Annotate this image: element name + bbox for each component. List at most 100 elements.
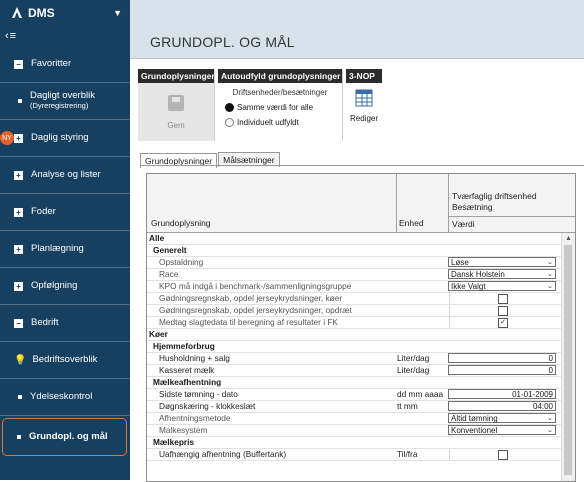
select-value: Konventionel xyxy=(451,426,498,435)
table-row: Hjemmeforbrug xyxy=(147,341,561,353)
bullet-icon xyxy=(18,395,22,399)
row-label: KPO må indgå i benchmark-/sammenlignings… xyxy=(159,281,352,291)
sidebar-item-text: Ydelseskontrol xyxy=(30,391,93,402)
row-label: Race xyxy=(159,269,179,279)
ribbon-group-grundoplysninger: Grundoplysninger Gem xyxy=(138,69,215,141)
ribbon-group-autoudfyld: Autoudfyld grundoplysninger Driftsenhede… xyxy=(218,69,343,141)
value-select[interactable]: Altid tømning ⌄ xyxy=(448,413,556,423)
sidebar-item[interactable]: + Opfølgning xyxy=(0,268,130,305)
sidebar: DMS ▼ ‹ ≡ − Favoritter Dagligt overblik (Dyr… xyxy=(0,0,130,480)
sidebar-item[interactable]: + Planlægning xyxy=(0,231,130,268)
sidebar-item-text: Bedrift xyxy=(31,317,59,328)
plus-icon: + xyxy=(14,281,23,291)
nav-list: − Favoritter Dagligt overblik (Dyreregistre… xyxy=(0,46,130,456)
sidebar-item-label: Ydelseskontrol xyxy=(30,392,92,402)
value-checkbox[interactable] xyxy=(498,294,508,304)
value-input[interactable]: 0 xyxy=(448,365,556,375)
radio-same-value[interactable]: Samme værdi for alle xyxy=(225,103,342,112)
table-row: Medtag slagtedata til beregning af resul… xyxy=(147,317,561,329)
vertical-scrollbar[interactable]: ▲ xyxy=(561,233,575,481)
sidebar-item-label: Grundopl. og mål xyxy=(29,432,108,442)
row-unit: Til/fra xyxy=(397,449,418,459)
row-label: Mælkeafhentning xyxy=(153,377,222,387)
chevron-left-icon: ‹ xyxy=(5,30,9,42)
table-row: Gødningsregnskab, opdel jerseykrydsninge… xyxy=(147,293,561,305)
table-row: Kasseret mælk Liter/dag 0 xyxy=(147,365,561,377)
value-input[interactable]: 04:00 xyxy=(448,401,556,411)
plus-icon: + xyxy=(14,207,23,217)
chevron-down-icon: ⌄ xyxy=(547,259,553,266)
sidebar-item[interactable]: Dagligt overblik (Dyreregistrering) xyxy=(0,83,130,120)
page-title: GRUNDOPL. OG MÅL xyxy=(150,34,295,50)
radio-dot xyxy=(225,103,234,112)
row-label: Uafhængig afhentning (Buffertank) xyxy=(159,449,287,459)
sidebar-item[interactable]: 💡 Bedriftsoverblik xyxy=(0,342,130,379)
chevron-down-icon: ⌄ xyxy=(547,427,553,434)
save-button[interactable]: Gem xyxy=(138,83,214,141)
grid-icon xyxy=(355,89,373,107)
row-label: Malkesystem xyxy=(159,425,208,435)
sidebar-item[interactable]: + Foder xyxy=(0,194,130,231)
sidebar-item-sub: (Dyreregistrering) xyxy=(30,101,89,110)
table-row: KPO må indgå i benchmark-/sammenlignings… xyxy=(147,281,561,293)
table-row: Gødningsregnskab, opdel jerseykrydsninge… xyxy=(147,305,561,317)
table-row: Sidste tømning - dato dd mm aaaa 01-01-200… xyxy=(147,389,561,401)
sidebar-item[interactable]: Grundopl. og mål xyxy=(2,418,127,456)
edit-label: Rediger xyxy=(349,114,378,123)
sidebar-item[interactable]: − Favoritter xyxy=(0,46,130,83)
col-header-label: Grundoplysning xyxy=(151,218,211,228)
plus-icon: + xyxy=(14,133,23,143)
value-select[interactable]: Dansk Holstein ⌄ xyxy=(448,269,556,279)
row-unit: Liter/dag xyxy=(397,353,430,363)
ribbon-group-head: Grundoplysninger xyxy=(138,69,215,83)
table-row: Mælkepris xyxy=(147,437,561,449)
sidebar-item-text: Dagligt overblik xyxy=(30,90,95,101)
value-checkbox[interactable] xyxy=(498,450,508,460)
ribbon-sub-label: Driftsenheder/besætninger xyxy=(232,88,328,97)
edit-button[interactable]: Rediger xyxy=(346,89,382,123)
row-unit: dd mm aaaa xyxy=(397,389,444,399)
value-select[interactable]: Ikke Valgt ⌄ xyxy=(448,281,556,291)
radio-individual[interactable]: Individuelt udfyldt xyxy=(225,118,342,127)
value-checkbox[interactable] xyxy=(498,306,508,316)
sidebar-item[interactable]: − Bedrift xyxy=(0,305,130,342)
scroll-thumb[interactable] xyxy=(564,245,572,475)
value-select[interactable]: Konventionel ⌄ xyxy=(448,425,556,435)
scroll-up-icon[interactable]: ▲ xyxy=(565,235,572,242)
row-unit: tt mm xyxy=(397,401,418,411)
sidebar-item[interactable]: Ydelseskontrol xyxy=(0,379,130,416)
sidebar-item[interactable]: NY + Daglig styring xyxy=(0,120,130,157)
col-header-value: Værdi xyxy=(452,219,475,229)
sidebar-item-label: Opfølgning xyxy=(31,281,77,291)
chevron-down-icon: ⌄ xyxy=(547,271,553,278)
row-label: Kasseret mælk xyxy=(159,365,215,375)
table-row: Husholdning + salg Liter/dag 0 xyxy=(147,353,561,365)
value-input[interactable]: 0 xyxy=(448,353,556,363)
save-icon xyxy=(168,94,184,111)
sidebar-item-label: Planlægning xyxy=(31,244,84,254)
table-row: Opstaldning Løse ⌄ xyxy=(147,257,561,269)
value-checkbox[interactable]: ✓ xyxy=(498,318,508,328)
menu-toggle[interactable]: ‹ ≡ xyxy=(0,26,130,46)
sidebar-item-text: Opfølgning xyxy=(31,280,78,291)
save-label: Gem xyxy=(167,120,185,130)
plus-icon: + xyxy=(14,170,23,180)
row-label: Gødningsregnskab, opdel jerseykrydsninge… xyxy=(159,293,343,303)
logo-icon xyxy=(10,6,24,20)
table-row: Døgnskæring - klokkeslæt tt mm 04:00 xyxy=(147,401,561,413)
row-label: Hjemmeforbrug xyxy=(153,341,215,351)
table-row: Køer xyxy=(147,329,561,341)
sidebar-item-label: Bedrift xyxy=(31,318,58,328)
sidebar-item-label: Foder xyxy=(31,207,56,217)
sidebar-item-label: Favoritter xyxy=(31,59,71,69)
sidebar-item-text: Foder xyxy=(31,206,56,217)
value-input[interactable]: 01-01-2009 xyxy=(448,389,556,399)
select-value: Altid tømning xyxy=(451,414,498,423)
select-value: Dansk Holstein xyxy=(451,270,505,279)
sidebar-item[interactable]: + Analyse og lister xyxy=(0,157,130,194)
table-row: Malkesystem Konventionel ⌄ xyxy=(147,425,561,437)
data-grid: Grundoplysning Enhed Tværfaglig driftsen… xyxy=(146,173,576,482)
value-select[interactable]: Løse ⌄ xyxy=(448,257,556,267)
brand[interactable]: DMS ▼ xyxy=(0,0,130,26)
caret-down-icon[interactable]: ▼ xyxy=(113,8,122,18)
